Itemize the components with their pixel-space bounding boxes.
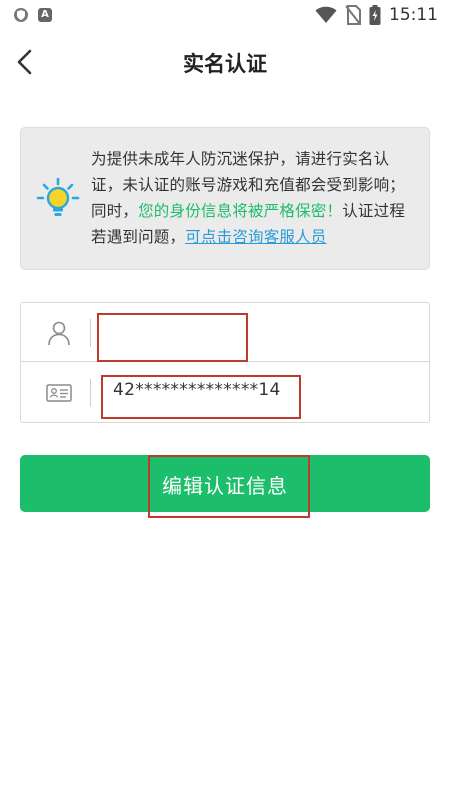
contact-support-link[interactable]: 可点击咨询客服人员 — [185, 228, 326, 246]
notice-privacy-highlight: 您的身份信息将被严格保密！ — [138, 202, 343, 220]
annotation-box-name — [97, 313, 248, 362]
notice-text: 为提供未成年人防沉迷保护，请进行实名认证，未认证的账号游戏和充值都会受到影响；同… — [91, 146, 411, 250]
field-divider — [90, 319, 91, 347]
name-field-row[interactable] — [21, 303, 429, 362]
wifi-icon — [315, 6, 337, 23]
field-divider — [90, 379, 91, 407]
header: 实名认证 — [0, 34, 450, 90]
id-card-icon — [46, 384, 72, 402]
id-field-row[interactable]: 42**************14 — [21, 363, 429, 422]
a-badge-icon: A — [38, 8, 52, 22]
annotation-box-id — [101, 375, 301, 419]
notice-card: 为提供未成年人防沉迷保护，请进行实名认证，未认证的账号游戏和充值都会受到影响；同… — [20, 127, 430, 270]
verification-form: 42**************14 — [20, 302, 430, 423]
no-sim-icon — [345, 5, 361, 25]
status-right-icons: 15:11 — [315, 5, 438, 25]
page-title: 实名认证 — [183, 52, 267, 76]
shield-icon — [14, 8, 28, 22]
status-left-icons: A — [14, 8, 52, 22]
lightbulb-icon — [36, 177, 80, 216]
edit-verification-button[interactable]: 编辑认证信息 — [20, 455, 430, 518]
user-icon — [48, 321, 70, 346]
status-bar: A 15:11 — [0, 0, 450, 34]
annotation-box-button — [148, 455, 310, 518]
status-time: 15:11 — [389, 5, 438, 25]
battery-charging-icon — [369, 5, 381, 25]
